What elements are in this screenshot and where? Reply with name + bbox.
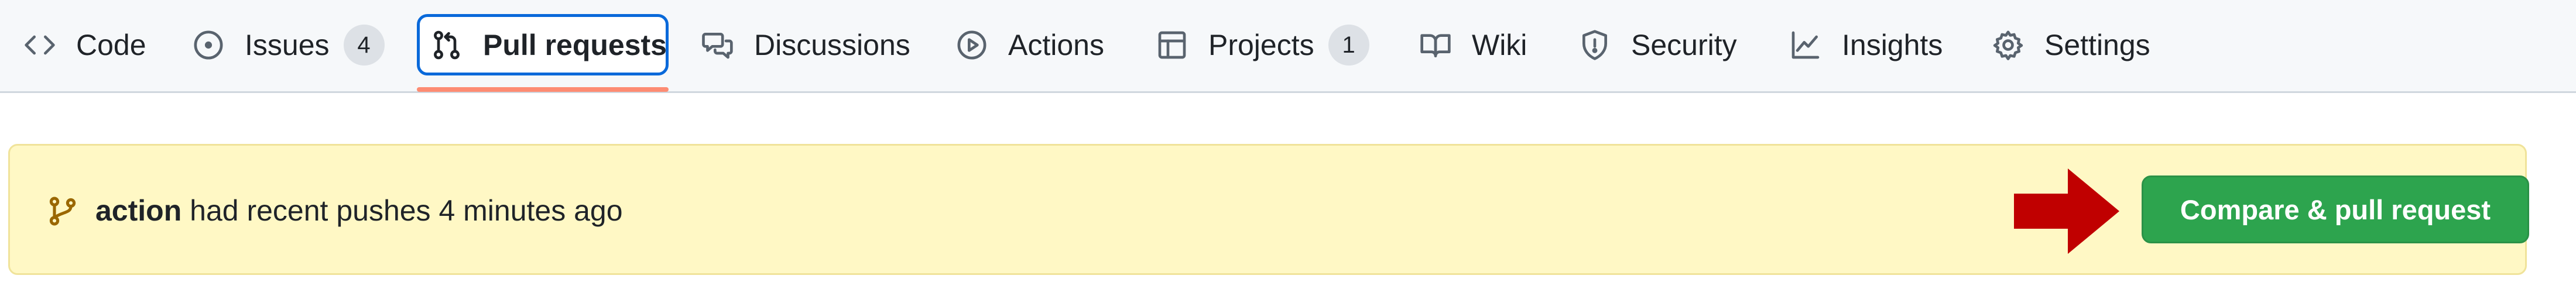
tab-discussions[interactable]: Discussions: [691, 14, 921, 75]
repo-nav: Code Issues 4 Pull requests Discussions …: [0, 0, 2576, 93]
compare-pull-request-button[interactable]: Compare & pull request: [2142, 175, 2529, 243]
tab-wiki[interactable]: Wiki: [1409, 14, 1537, 75]
tab-actions[interactable]: Actions: [945, 14, 1115, 75]
shield-icon: [1578, 29, 1611, 61]
pull-requests-page: Code Issues 4 Pull requests Discussions …: [0, 0, 2576, 296]
tab-insights[interactable]: Insights: [1779, 14, 1953, 75]
tab-security-label: Security: [1631, 28, 1737, 61]
pull-request-icon: [430, 29, 463, 61]
banner-message-text: had recent pushes 4 minutes ago: [190, 194, 623, 227]
issues-count-badge: 4: [343, 24, 385, 66]
banner-message: action had recent pushes 4 minutes ago: [95, 191, 623, 230]
tab-insights-label: Insights: [1842, 28, 1943, 61]
selected-tab-underline: [417, 87, 669, 92]
tab-pull-requests[interactable]: Pull requests: [417, 14, 669, 75]
projects-count-badge: 1: [1328, 24, 1369, 66]
red-arrow-icon: [2014, 168, 2119, 254]
tab-pull-requests-label: Pull requests: [483, 28, 667, 61]
tab-settings[interactable]: Settings: [1981, 14, 2161, 75]
tab-actions-label: Actions: [1008, 28, 1104, 61]
git-branch-icon: [46, 195, 79, 228]
gear-icon: [1992, 29, 2025, 61]
branch-name-link[interactable]: action: [95, 194, 181, 227]
tab-projects-label: Projects: [1208, 28, 1314, 61]
code-icon: [23, 29, 56, 61]
play-icon: [955, 29, 988, 61]
book-icon: [1419, 29, 1452, 61]
tab-issues[interactable]: Issues 4: [181, 14, 395, 75]
tab-discussions-label: Discussions: [754, 28, 910, 61]
issue-icon: [192, 29, 225, 61]
tab-settings-label: Settings: [2044, 28, 2150, 61]
table-icon: [1156, 29, 1188, 61]
discussions-icon: [701, 29, 734, 61]
tab-issues-label: Issues: [245, 28, 330, 61]
tab-code[interactable]: Code: [13, 14, 157, 75]
tab-wiki-label: Wiki: [1472, 28, 1527, 61]
tab-code-label: Code: [76, 28, 146, 61]
tab-projects[interactable]: Projects 1: [1145, 14, 1380, 75]
graph-icon: [1789, 29, 1822, 61]
tab-security[interactable]: Security: [1568, 14, 1748, 75]
